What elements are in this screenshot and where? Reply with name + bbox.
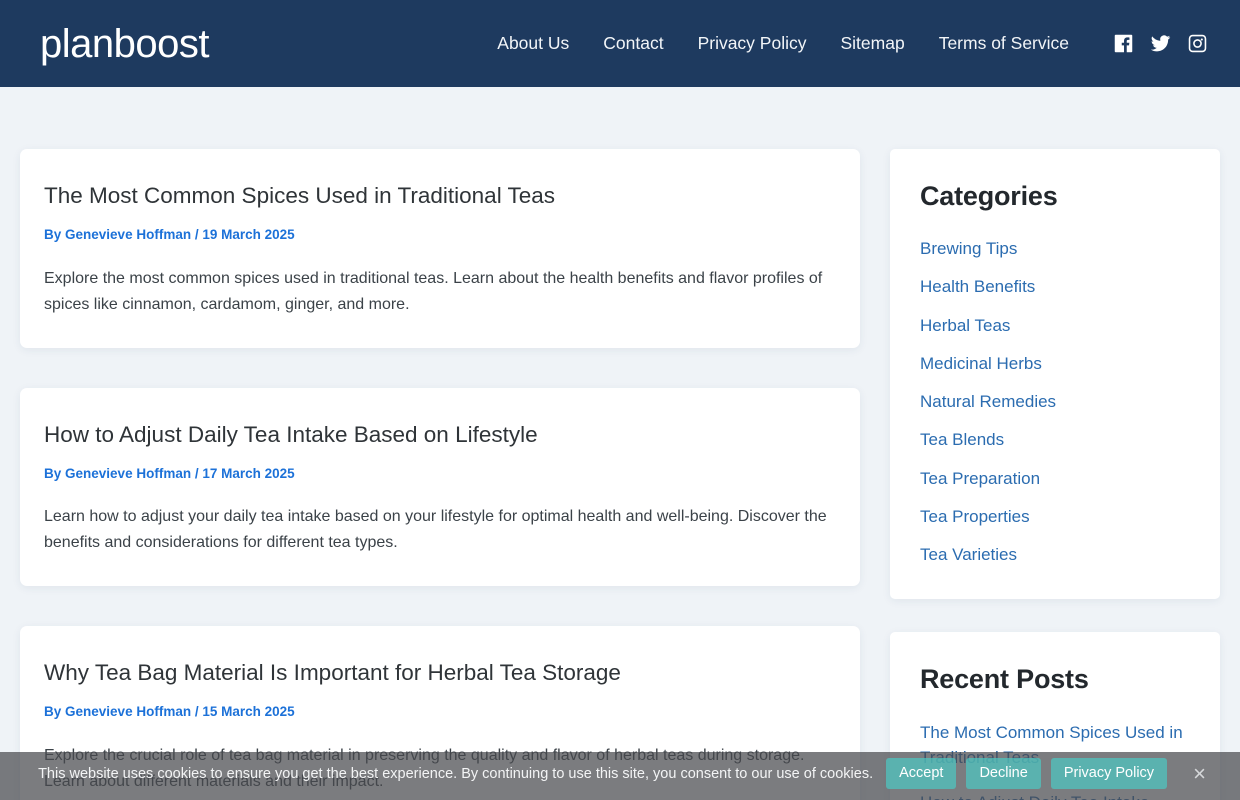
category-link-herbal-teas[interactable]: Herbal Teas xyxy=(920,315,1010,336)
post-date: 19 March 2025 xyxy=(202,227,295,243)
nav-link-privacy-policy[interactable]: Privacy Policy xyxy=(698,33,807,54)
accept-cookies-button[interactable]: Accept xyxy=(886,758,957,790)
list-item: Brewing Tips xyxy=(920,238,1190,259)
post-meta-separator: / xyxy=(194,227,199,243)
post-meta: By Genevieve Hoffman / 19 March 2025 xyxy=(44,226,836,244)
close-icon[interactable]: × xyxy=(1187,759,1212,789)
post-title[interactable]: The Most Common Spices Used in Tradition… xyxy=(44,181,836,210)
header-right: About Us Contact Privacy Policy Sitemap … xyxy=(497,33,1208,54)
categories-list: Brewing Tips Health Benefits Herbal Teas… xyxy=(920,238,1190,565)
list-item: Tea Varieties xyxy=(920,544,1190,565)
social-links xyxy=(1113,33,1208,54)
category-link-tea-varieties[interactable]: Tea Varieties xyxy=(920,544,1017,565)
post-card: The Most Common Spices Used in Tradition… xyxy=(20,149,860,348)
category-link-health-benefits[interactable]: Health Benefits xyxy=(920,276,1035,297)
category-link-brewing-tips[interactable]: Brewing Tips xyxy=(920,238,1017,259)
list-item: Tea Properties xyxy=(920,506,1190,527)
list-item: Natural Remedies xyxy=(920,391,1190,412)
post-title[interactable]: How to Adjust Daily Tea Intake Based on … xyxy=(44,420,836,449)
instagram-icon[interactable] xyxy=(1187,33,1208,54)
list-item: Herbal Teas xyxy=(920,315,1190,336)
cookie-banner-inner: This website uses cookies to ensure you … xyxy=(0,752,1240,790)
category-link-medicinal-herbs[interactable]: Medicinal Herbs xyxy=(920,353,1042,374)
nav-link-terms-of-service[interactable]: Terms of Service xyxy=(939,33,1069,54)
post-by-label: By xyxy=(44,704,62,720)
post-list: The Most Common Spices Used in Tradition… xyxy=(20,149,860,800)
post-meta-separator: / xyxy=(194,704,199,720)
post-author[interactable]: Genevieve Hoffman xyxy=(65,704,191,719)
post-author[interactable]: Genevieve Hoffman xyxy=(65,466,191,481)
categories-title: Categories xyxy=(920,181,1058,211)
recent-posts-title: Recent Posts xyxy=(920,664,1089,695)
site-header: planboost About Us Contact Privacy Polic… xyxy=(0,0,1240,87)
category-link-tea-preparation[interactable]: Tea Preparation xyxy=(920,468,1040,489)
categories-widget: Categories Brewing Tips Health Benefits … xyxy=(890,149,1220,600)
sidebar: Categories Brewing Tips Health Benefits … xyxy=(890,149,1220,800)
site-logo[interactable]: planboost xyxy=(40,24,209,64)
list-item: Tea Blends xyxy=(920,429,1190,450)
list-item: Medicinal Herbs xyxy=(920,353,1190,374)
category-link-tea-properties[interactable]: Tea Properties xyxy=(920,506,1030,527)
main-navigation: About Us Contact Privacy Policy Sitemap … xyxy=(497,33,1069,54)
cookie-button-group: Accept Decline Privacy Policy xyxy=(886,758,1168,790)
post-author[interactable]: Genevieve Hoffman xyxy=(65,227,191,242)
post-by-label: By xyxy=(44,465,62,481)
category-link-natural-remedies[interactable]: Natural Remedies xyxy=(920,391,1056,412)
nav-link-about-us[interactable]: About Us xyxy=(497,33,569,54)
post-date: 15 March 2025 xyxy=(202,704,295,720)
post-meta: By Genevieve Hoffman / 15 March 2025 xyxy=(44,703,836,721)
post-meta-separator: / xyxy=(194,465,199,481)
list-item: Tea Preparation xyxy=(920,468,1190,489)
category-link-tea-blends[interactable]: Tea Blends xyxy=(920,429,1004,450)
facebook-icon[interactable] xyxy=(1113,33,1134,54)
list-item: Health Benefits xyxy=(920,276,1190,297)
decline-cookies-button[interactable]: Decline xyxy=(966,758,1041,790)
post-excerpt: Explore the most common spices used in t… xyxy=(44,269,823,313)
post-title[interactable]: Why Tea Bag Material Is Important for He… xyxy=(44,658,836,687)
post-date: 17 March 2025 xyxy=(202,465,295,481)
cookie-privacy-policy-button[interactable]: Privacy Policy xyxy=(1050,758,1168,790)
nav-link-contact[interactable]: Contact xyxy=(603,33,663,54)
cookie-message: This website uses cookies to ensure you … xyxy=(38,765,874,782)
post-card: How to Adjust Daily Tea Intake Based on … xyxy=(20,387,860,587)
cookie-consent-banner: This website uses cookies to ensure you … xyxy=(0,752,1240,800)
post-meta: By Genevieve Hoffman / 17 March 2025 xyxy=(44,465,836,483)
post-excerpt: Learn how to adjust your daily tea intak… xyxy=(44,508,827,552)
page-layout: The Most Common Spices Used in Tradition… xyxy=(0,87,1240,800)
nav-link-sitemap[interactable]: Sitemap xyxy=(840,33,904,54)
twitter-icon[interactable] xyxy=(1150,33,1171,54)
post-by-label: By xyxy=(44,227,62,243)
